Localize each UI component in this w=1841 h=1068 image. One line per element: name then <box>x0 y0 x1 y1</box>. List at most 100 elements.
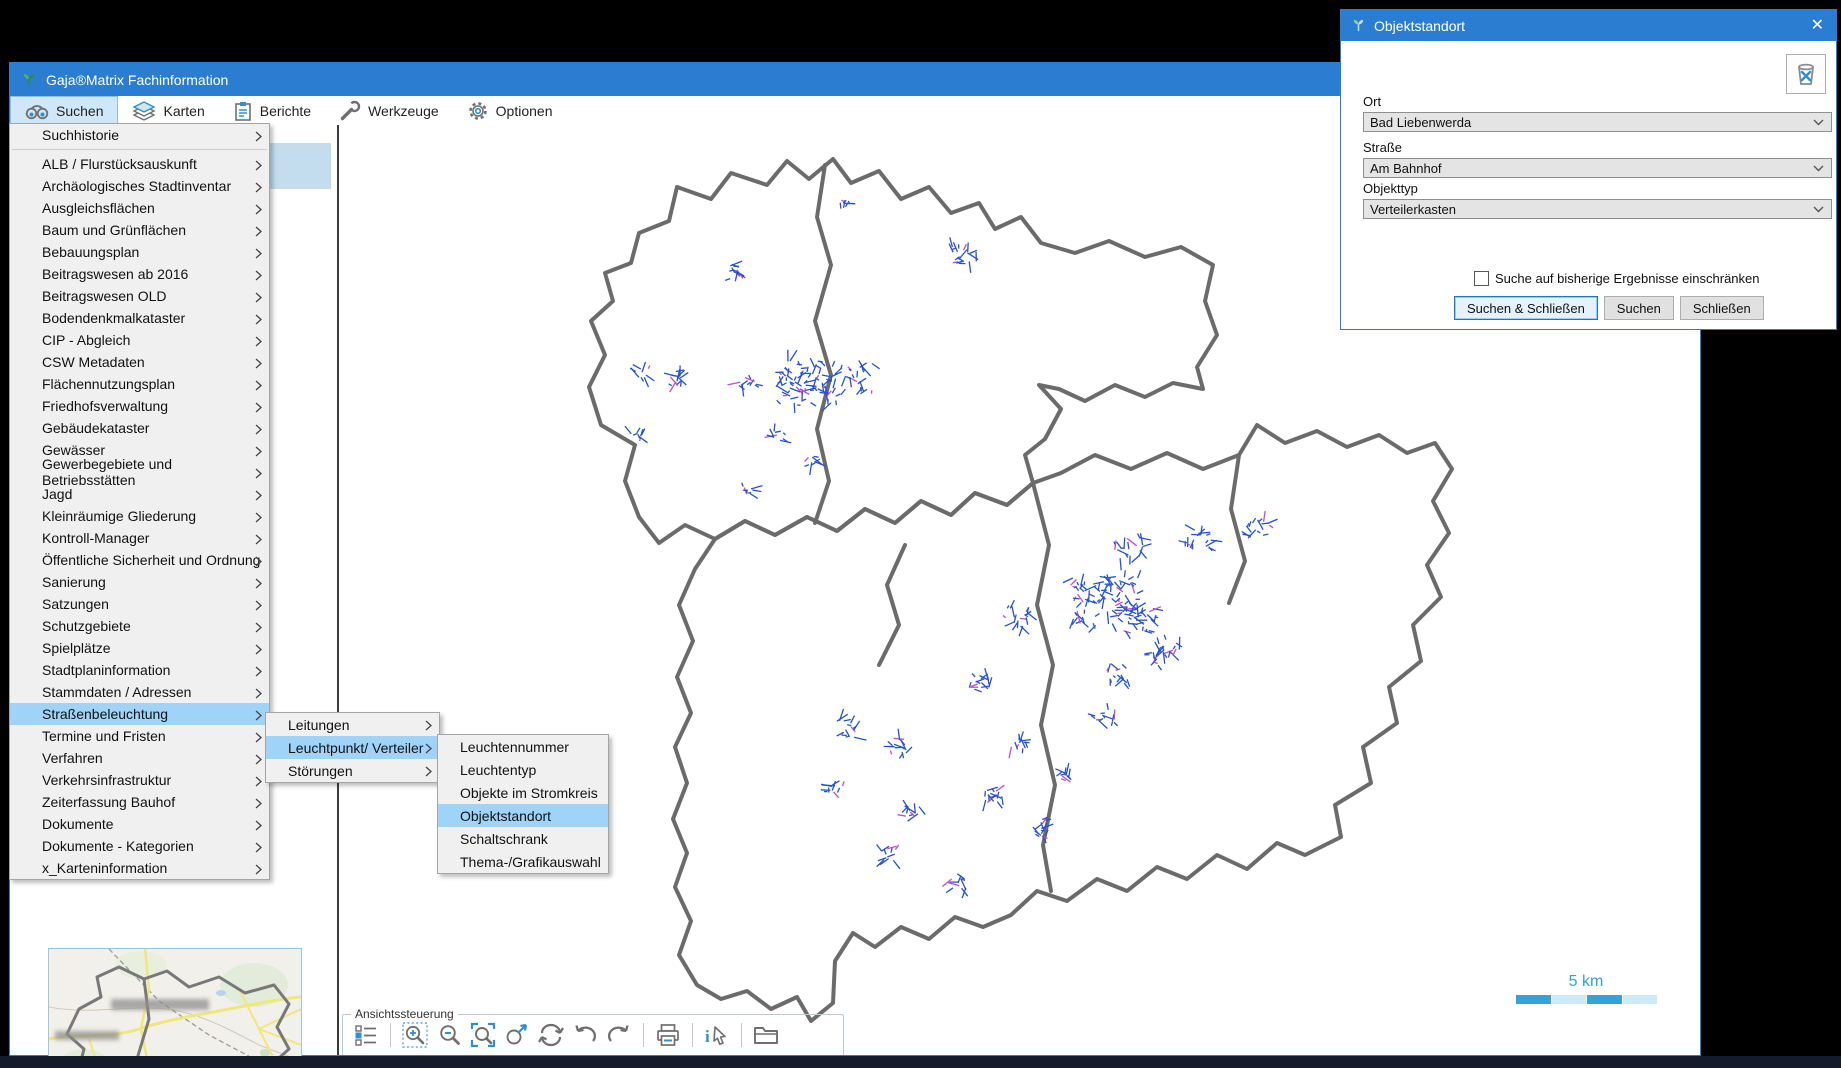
toolbar-button-karten[interactable]: Karten <box>118 96 218 125</box>
menu-item-x-karteninformation[interactable]: x_Karteninformation <box>10 857 269 879</box>
menu-item-friedhofsverwaltung[interactable]: Friedhofsverwaltung <box>10 395 269 417</box>
menu-item-flächennutzungsplan[interactable]: Flächennutzungsplan <box>10 373 269 395</box>
toolbar-button-werkzeuge[interactable]: Werkzeuge <box>325 96 453 125</box>
menu-item-öffentliche-sicherheit-und-ordnung[interactable]: Öffentliche Sicherheit und Ordnung <box>10 549 269 571</box>
zoom-free-button[interactable] <box>502 1020 532 1050</box>
print-button[interactable] <box>653 1020 683 1050</box>
menu-item-termine-und-fristen[interactable]: Termine und Fristen <box>10 725 269 747</box>
submenu-item-objektstandort[interactable]: Objektstandort <box>438 804 608 827</box>
menu-item-bodendenkmalkataster[interactable]: Bodendenkmalkataster <box>10 307 269 329</box>
wrench-icon <box>339 100 361 122</box>
menu-item-archäologisches-stadtinventar[interactable]: Archäologisches Stadtinventar <box>10 175 269 197</box>
submenu-arrow-icon <box>255 224 262 240</box>
print-icon <box>655 1023 681 1047</box>
toolbar-button-label: Werkzeuge <box>368 102 439 119</box>
menu-item-label: Friedhofsverwaltung <box>42 398 169 414</box>
toolbar-button-suchen[interactable]: Suchen <box>10 96 119 125</box>
submenu-item-schaltschrank[interactable]: Schaltschrank <box>438 827 608 850</box>
menu-item-kontroll-manager[interactable]: Kontroll-Manager <box>10 527 269 549</box>
menu-item-csw-metadaten[interactable]: CSW Metadaten <box>10 351 269 373</box>
submenu-arrow-icon <box>255 488 262 504</box>
objekttyp-combobox[interactable]: Verteilerkasten <box>1363 199 1832 219</box>
submenu-item-leuchtentyp[interactable]: Leuchtentyp <box>438 758 608 781</box>
menu-item-stadtplaninformation[interactable]: Stadtplaninformation <box>10 659 269 681</box>
menu-item-jagd[interactable]: Jagd <box>10 483 269 505</box>
submenu-item-störungen[interactable]: Störungen <box>266 759 439 782</box>
menu-item-dokumente-kategorien[interactable]: Dokumente - Kategorien <box>10 835 269 857</box>
strasse-combobox[interactable]: Am Bahnhof <box>1363 158 1832 178</box>
menu-item-straßenbeleuchtung[interactable]: Straßenbeleuchtung <box>10 703 269 725</box>
legend-button[interactable] <box>351 1020 381 1050</box>
submenu-arrow-icon <box>255 532 262 548</box>
menu-item-cip-abgleich[interactable]: CIP - Abgleich <box>10 329 269 351</box>
dialog-button-suchen-schließen[interactable]: Suchen & Schließen <box>1454 296 1598 320</box>
menu-item-ausgleichsflächen[interactable]: Ausgleichsflächen <box>10 197 269 219</box>
menu-item-beitragswesen-old[interactable]: Beitragswesen OLD <box>10 285 269 307</box>
zoom-window-icon <box>470 1022 496 1048</box>
menu-item-bebauungsplan[interactable]: Bebauungsplan <box>10 241 269 263</box>
scale-segment <box>1551 995 1586 1004</box>
menu-item-zeiterfassung-bauhof[interactable]: Zeiterfassung Bauhof <box>10 791 269 813</box>
menu-item-label: Verkehrsinfrastruktur <box>42 772 172 788</box>
menu-item-schutzgebiete[interactable]: Schutzgebiete <box>10 615 269 637</box>
menu-item-verkehrsinfrastruktur[interactable]: Verkehrsinfrastruktur <box>10 769 269 791</box>
zoom-in-button[interactable] <box>400 1020 430 1050</box>
menu-item-gebäudekataster[interactable]: Gebäudekataster <box>10 417 269 439</box>
menu-item-suchhistorie[interactable]: Suchhistorie <box>10 124 269 146</box>
menu-item-label: Sanierung <box>42 574 106 590</box>
dialog-buttons: Suchen & Schließen Suchen Schließen <box>1454 296 1764 320</box>
menu-item-dokumente[interactable]: Dokumente <box>10 813 269 835</box>
info-select-button[interactable]: i <box>702 1020 732 1050</box>
dialog-button-suchen[interactable]: Suchen <box>1603 296 1674 320</box>
strasse-value: Am Bahnhof <box>1370 160 1442 176</box>
menu-item-gewerbegebiete-und-betriebsstätten[interactable]: Gewerbegebiete und Betriebsstätten <box>10 456 269 488</box>
clear-search-button[interactable] <box>1786 54 1826 94</box>
menu-item-kleinräumige-gliederung[interactable]: Kleinräumige Gliederung <box>10 505 269 527</box>
submenu-item-leitungen[interactable]: Leitungen <box>266 713 439 736</box>
close-icon[interactable]: ✕ <box>1811 17 1824 34</box>
folder-button[interactable] <box>751 1020 781 1050</box>
dialog-titlebar[interactable]: Objektstandort ✕ <box>1341 10 1836 41</box>
chevron-down-icon <box>1813 165 1824 172</box>
refresh-button[interactable] <box>536 1020 566 1050</box>
menu-item-label: Leuchtpunkt/ Verteiler <box>288 739 424 756</box>
menu-item-spielplätze[interactable]: Spielplätze <box>10 637 269 659</box>
submenu-item-objekte-im-stromkreis[interactable]: Objekte im Stromkreis <box>438 781 608 804</box>
undo-button[interactable] <box>570 1020 600 1050</box>
overview-map[interactable] <box>48 948 302 1068</box>
refresh-icon <box>537 1023 565 1047</box>
submenu-arrow-icon <box>255 129 262 145</box>
streetlight-features <box>624 199 1278 899</box>
menu-item-satzungen[interactable]: Satzungen <box>10 593 269 615</box>
submenu-item-leuchtennummer[interactable]: Leuchtennummer <box>438 735 608 758</box>
menu-item-label: x_Karteninformation <box>42 860 168 876</box>
submenu-arrow-icon <box>255 246 262 262</box>
submenu-arrow-icon <box>255 466 262 482</box>
menu-item-label: Leuchtentyp <box>460 761 537 778</box>
redo-button[interactable] <box>604 1020 634 1050</box>
toolbar-button-label: Berichte <box>259 102 312 119</box>
submenu-item-thema-grafikauswahl[interactable]: Thema-/Grafikauswahl <box>438 850 608 873</box>
zoom-window-button[interactable] <box>468 1020 498 1050</box>
ort-label: Ort <box>1363 94 1382 109</box>
submenu-arrow-icon <box>255 378 262 394</box>
menu-item-label: Schutzgebiete <box>42 618 131 634</box>
ort-combobox[interactable]: Bad Liebenwerda <box>1363 112 1832 132</box>
menu-item-sanierung[interactable]: Sanierung <box>10 571 269 593</box>
view-control-toolbar: i <box>343 1015 843 1055</box>
toolbar-button-optionen[interactable]: Optionen <box>453 96 567 125</box>
submenu-arrow-icon <box>425 718 432 734</box>
menu-item-baum-und-grünflächen[interactable]: Baum und Grünflächen <box>10 219 269 241</box>
menu-item-alb-flurstücksauskunft[interactable]: ALB / Flurstücksauskunft <box>10 153 269 175</box>
restrict-search-checkbox[interactable] <box>1474 271 1489 286</box>
toolbar-button-berichte[interactable]: Berichte <box>219 96 325 125</box>
submenu-arrow-icon <box>255 862 262 878</box>
svg-text:i: i <box>705 1027 710 1046</box>
submenu-item-leuchtpunkt-verteiler[interactable]: Leuchtpunkt/ Verteiler <box>266 736 439 759</box>
menu-item-stammdaten-adressen[interactable]: Stammdaten / Adressen <box>10 681 269 703</box>
dialog-button-schließen[interactable]: Schließen <box>1679 296 1764 320</box>
menu-item-verfahren[interactable]: Verfahren <box>10 747 269 769</box>
submenu-arrow-icon <box>255 576 262 592</box>
zoom-out-button[interactable] <box>434 1020 464 1050</box>
menu-item-beitragswesen-ab-2016[interactable]: Beitragswesen ab 2016 <box>10 263 269 285</box>
